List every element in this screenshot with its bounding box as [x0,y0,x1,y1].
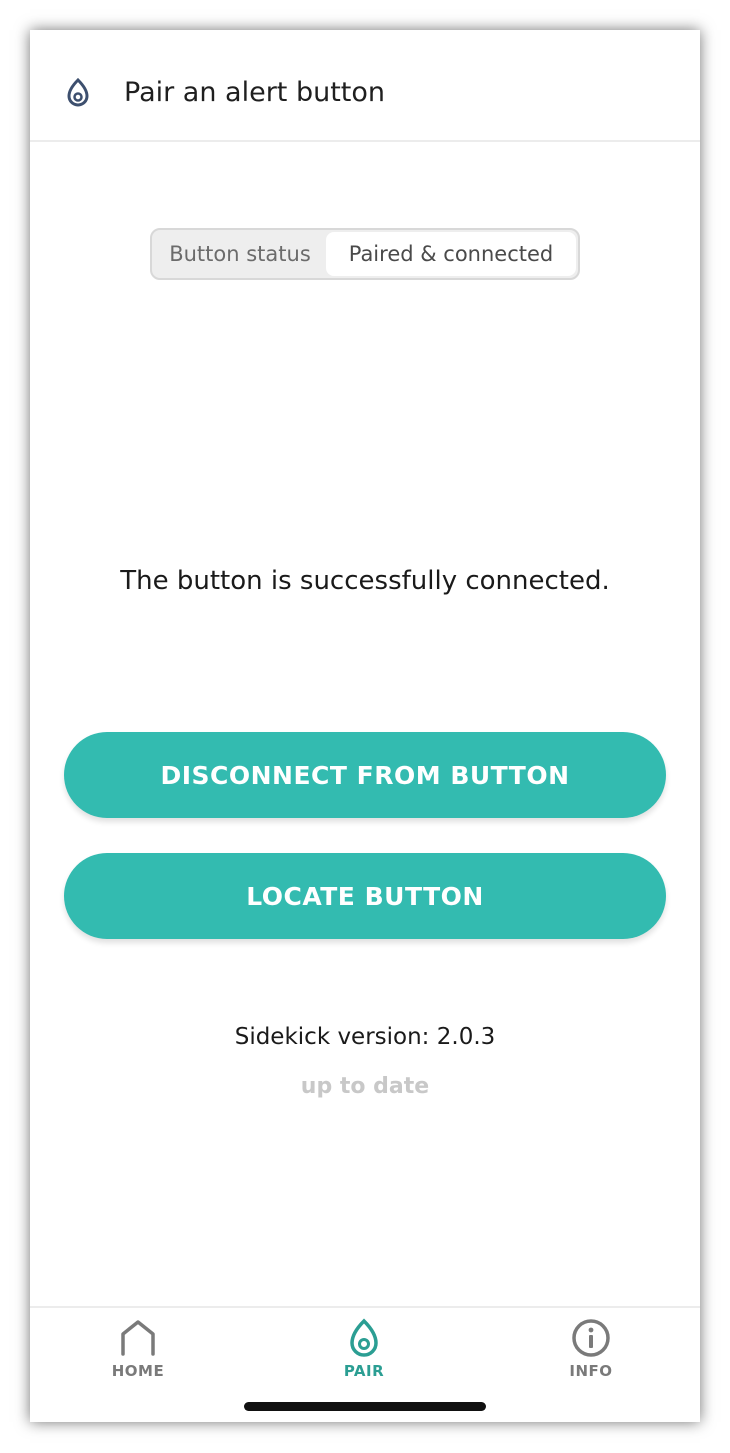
version-text: Sidekick version: 2.0.3 [234,1024,496,1050]
tab-pair[interactable]: PAIR [294,1318,434,1388]
app-screen: Pair an alert button Button status Paire… [30,30,700,1422]
connection-message: The button is successfully connected. [120,566,610,596]
alert-button-icon [66,77,90,108]
status-label: Button status [169,242,311,266]
tab-info[interactable]: INFO [521,1318,661,1388]
button-status-segment: Button status Paired & connected [150,228,580,280]
home-indicator[interactable] [244,1402,486,1411]
home-icon [68,1318,208,1358]
info-icon [521,1318,661,1358]
locate-button[interactable]: LOCATE BUTTON [64,853,666,939]
tab-home-label: HOME [111,1362,165,1380]
disconnect-button[interactable]: DISCONNECT FROM BUTTON [64,732,666,818]
tab-info-label: INFO [569,1362,613,1380]
app-header: Pair an alert button [30,30,700,142]
page-title: Pair an alert button [124,77,386,108]
tab-home[interactable]: HOME [68,1318,208,1388]
alert-button-icon [294,1318,434,1358]
status-value: Paired & connected [326,232,576,276]
tab-pair-label: PAIR [343,1362,385,1380]
version-status: up to date [300,1074,430,1099]
